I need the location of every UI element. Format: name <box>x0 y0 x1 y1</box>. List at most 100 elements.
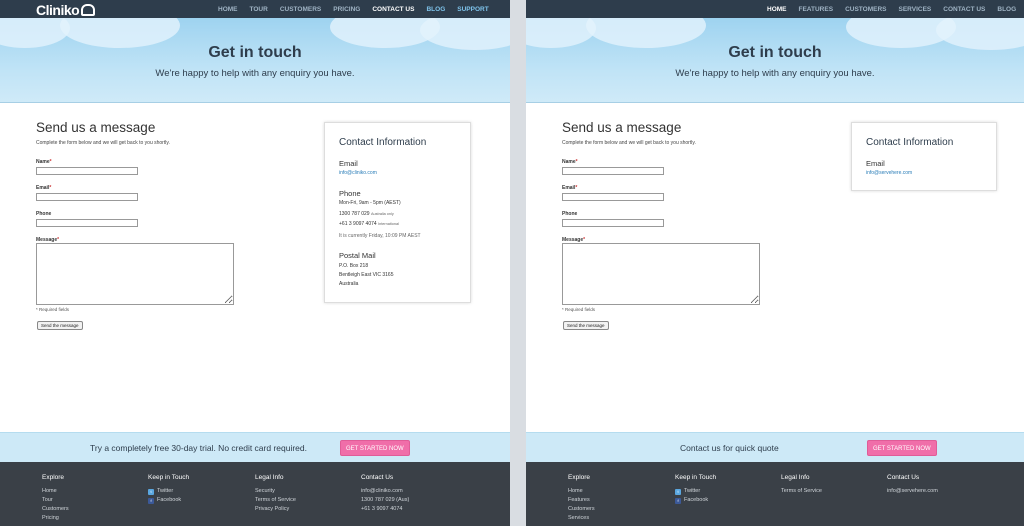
email-label-text: Email <box>562 185 576 191</box>
contact-info-card: Contact Information Email info@cliniko.c… <box>324 122 471 303</box>
footer-explore-heading: Explore <box>568 474 591 481</box>
cta-strip: Contact us for quick quote GET STARTED N… <box>526 432 1024 462</box>
footer-legal: Legal Info Terms of Service <box>781 474 822 496</box>
footer-link-twitter[interactable]: t Twitter <box>675 487 716 496</box>
send-message-button[interactable]: Send the message <box>37 321 83 330</box>
footer-link-tour[interactable]: Tour <box>42 496 69 505</box>
phone-label: Phone <box>36 211 52 217</box>
postal-line-2: Bentleigh East VIC 3165 <box>339 272 394 278</box>
footer-contact-email[interactable]: info@servehere.com <box>887 487 938 496</box>
footer-link-twitter[interactable]: t Twitter <box>148 487 189 496</box>
postal-heading: Postal Mail <box>339 251 376 260</box>
twitter-icon: t <box>675 488 681 495</box>
top-nav-bar: Cliniko HOME TOUR CUSTOMERS PRICING CONT… <box>0 0 510 18</box>
form-title: Send us a message <box>36 120 156 135</box>
left-page: Cliniko HOME TOUR CUSTOMERS PRICING CONT… <box>0 0 510 526</box>
phone-input[interactable] <box>36 219 138 227</box>
footer-contact-phone-intl: +61 3 9097 4074 <box>361 506 403 512</box>
screenshot-root: Cliniko HOME TOUR CUSTOMERS PRICING CONT… <box>0 0 1024 526</box>
email-heading: Email <box>339 159 358 168</box>
footer-contact-heading: Contact Us <box>361 474 394 481</box>
footer-link-privacy[interactable]: Privacy Policy <box>255 505 296 514</box>
nav-home[interactable]: HOME <box>218 6 238 13</box>
hero-banner: Get in touch We're happy to help with an… <box>0 18 510 103</box>
form-description: Complete the form below and we will get … <box>36 140 170 146</box>
facebook-label: Facebook <box>684 497 709 503</box>
required-mark: * <box>575 159 578 165</box>
contact-info-card: Contact Information Email info@servehere… <box>851 122 997 191</box>
page-title: Get in touch <box>208 44 302 61</box>
nav-features[interactable]: FEATURES <box>799 6 834 13</box>
page-subtitle: We're happy to help with any enquiry you… <box>675 68 875 79</box>
nav-tour[interactable]: TOUR <box>250 6 268 13</box>
phone-australia-note: Australia only <box>370 212 394 216</box>
footer-link-home[interactable]: Home <box>568 487 595 496</box>
nav-home[interactable]: HOME <box>767 6 787 13</box>
nav-contact-us[interactable]: CONTACT US <box>943 6 985 13</box>
cta-strip: Try a completely free 30-day trial. No c… <box>0 432 510 462</box>
name-input[interactable] <box>562 167 664 175</box>
nav-support[interactable]: SUPPORT <box>457 6 488 13</box>
footer-link-security[interactable]: Security <box>255 487 296 496</box>
postal-line-3: Australia <box>339 281 359 287</box>
footer-legal-heading: Legal Info <box>255 474 284 481</box>
facebook-icon: f <box>148 497 154 504</box>
footer-legal: Legal Info Security Terms of Service Pri… <box>255 474 296 514</box>
footer-explore-heading: Explore <box>42 474 65 481</box>
footer-legal-heading: Legal Info <box>781 474 810 481</box>
postal-line-1: P.O. Box 218 <box>339 263 369 269</box>
footer-explore: Explore Home Features Customers Services <box>568 474 595 523</box>
message-textarea[interactable] <box>562 243 760 305</box>
nav-services[interactable]: SERVICES <box>898 6 931 13</box>
footer-contact-email[interactable]: info@cliniko.com <box>361 487 409 496</box>
footer-link-facebook[interactable]: f Facebook <box>148 496 189 505</box>
email-link[interactable]: info@servehere.com <box>866 170 912 176</box>
footer-explore: Explore Home Tour Customers Pricing <box>42 474 69 523</box>
email-input[interactable] <box>36 193 138 201</box>
site-logo[interactable]: Cliniko <box>36 2 96 18</box>
nav-blog[interactable]: BLOG <box>426 6 445 13</box>
page-title: Get in touch <box>728 44 822 61</box>
phone-input[interactable] <box>562 219 664 227</box>
form-title: Send us a message <box>562 120 682 135</box>
name-input[interactable] <box>36 167 138 175</box>
required-mark: * <box>575 185 578 191</box>
facebook-label: Facebook <box>157 497 182 503</box>
panel-divider <box>510 0 526 526</box>
footer-link-terms[interactable]: Terms of Service <box>781 487 822 496</box>
facebook-icon: f <box>675 497 681 504</box>
email-label: Email* <box>36 185 51 191</box>
footer-link-services[interactable]: Services <box>568 514 595 523</box>
nav-customers[interactable]: CUSTOMERS <box>280 6 321 13</box>
top-nav-bar: HOME FEATURES CUSTOMERS SERVICES CONTACT… <box>526 0 1024 18</box>
footer-keep-in-touch: Keep in Touch t Twitter f Facebook <box>675 474 716 505</box>
message-textarea[interactable] <box>36 243 234 305</box>
contact-info-title: Contact Information <box>339 137 427 148</box>
nav-pricing[interactable]: PRICING <box>333 6 360 13</box>
footer-link-customers[interactable]: Customers <box>42 505 69 514</box>
footer-link-customers[interactable]: Customers <box>568 505 595 514</box>
email-input[interactable] <box>562 193 664 201</box>
required-mark: * <box>49 185 52 191</box>
footer-link-terms[interactable]: Terms of Service <box>255 496 296 505</box>
get-started-button[interactable]: GET STARTED NOW <box>340 440 410 456</box>
footer-link-home[interactable]: Home <box>42 487 69 496</box>
office-hours: Mon-Fri, 9am - 5pm (AEST) <box>339 200 401 206</box>
nav-contact-us[interactable]: CONTACT US <box>372 6 414 13</box>
footer-link-features[interactable]: Features <box>568 496 595 505</box>
footer-link-facebook[interactable]: f Facebook <box>675 496 716 505</box>
name-label: Name* <box>36 159 52 165</box>
logo-text: Cliniko <box>36 2 80 18</box>
contact-info-title: Contact Information <box>866 137 954 148</box>
nav-blog[interactable]: BLOG <box>997 6 1016 13</box>
footer-link-pricing[interactable]: Pricing <box>42 514 69 523</box>
get-started-button[interactable]: GET STARTED NOW <box>867 440 937 456</box>
nav-customers[interactable]: CUSTOMERS <box>845 6 886 13</box>
main-nav: HOME TOUR CUSTOMERS PRICING CONTACT US B… <box>218 0 489 18</box>
send-message-button[interactable]: Send the message <box>563 321 609 330</box>
form-description: Complete the form below and we will get … <box>562 140 696 146</box>
email-link[interactable]: info@cliniko.com <box>339 170 377 176</box>
phone-australia: 1300 787 029 Australia only <box>339 211 394 217</box>
name-label-text: Name <box>562 159 576 165</box>
phone-australia-number: 1300 787 029 <box>339 211 370 217</box>
